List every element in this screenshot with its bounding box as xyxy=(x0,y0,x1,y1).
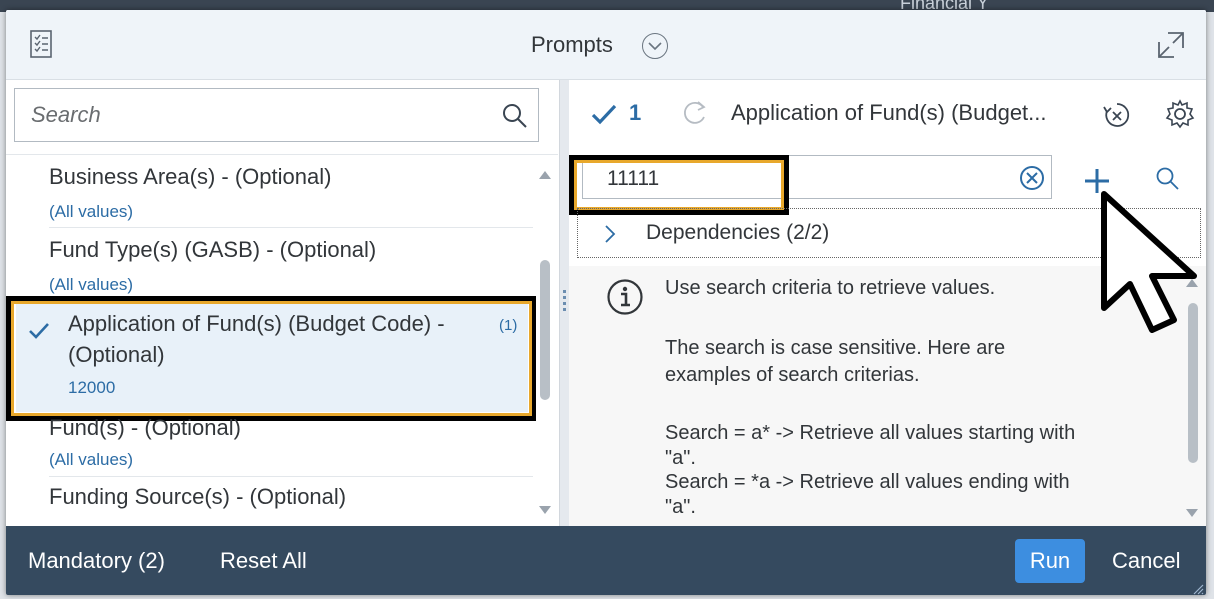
prompt-search-box[interactable] xyxy=(14,88,539,142)
prompt-item-title: Business Area(s) - (Optional) xyxy=(49,164,332,189)
prompt-item-title: Fund Type(s) (GASB) - (Optional) xyxy=(49,237,377,262)
scroll-down-icon[interactable] xyxy=(539,505,551,515)
check-icon xyxy=(591,104,617,131)
info-text-line: Search = *a -> Retrieve all values endin… xyxy=(665,471,1070,493)
dialog-header: Prompts xyxy=(6,10,1206,80)
prompts-dialog: Prompts Business Area(s) - (Optional) (A… xyxy=(6,10,1206,595)
search-icon[interactable] xyxy=(502,103,528,134)
prompt-item-value: (All values) xyxy=(49,450,134,469)
divider xyxy=(6,154,558,155)
detail-toolbar: 1 Application of Fund(s) (Budget... xyxy=(569,80,1206,148)
prompt-item-title: Fund(s) - (Optional) xyxy=(49,415,241,440)
chevron-right-icon[interactable] xyxy=(604,224,616,249)
gear-icon[interactable] xyxy=(1165,99,1195,134)
scroll-down-icon[interactable] xyxy=(1186,508,1198,518)
divider xyxy=(49,476,533,477)
refresh-icon[interactable] xyxy=(681,99,709,132)
dialog-footer: Mandatory (2) Reset All Run Cancel xyxy=(6,526,1206,595)
dependencies-label: Dependencies (2/2) xyxy=(646,221,830,244)
prompt-list: Business Area(s) - (Optional) (All value… xyxy=(6,156,536,526)
scroll-up-icon[interactable] xyxy=(539,170,551,180)
run-button[interactable]: Run xyxy=(1015,539,1085,583)
prompt-item-funding-source[interactable]: Funding Source(s) - (Optional) xyxy=(6,478,536,526)
pane-splitter[interactable] xyxy=(559,80,569,526)
mouse-cursor-icon xyxy=(1096,190,1206,340)
prompt-item-value: (All values) xyxy=(49,202,134,221)
prompt-item-fund-type[interactable]: Fund Type(s) (GASB) - (Optional) (All va… xyxy=(6,228,536,302)
prompt-item-business-area[interactable]: Business Area(s) - (Optional) (All value… xyxy=(6,156,536,228)
clear-input-icon[interactable] xyxy=(1019,165,1045,196)
selected-values-count: 1 xyxy=(629,100,642,125)
prompt-search-input[interactable] xyxy=(31,102,471,128)
prompt-list-icon[interactable] xyxy=(30,30,52,63)
prompt-item-value: (All values) xyxy=(49,275,134,294)
info-text-line: "a". xyxy=(665,496,696,518)
highlight-box xyxy=(6,296,536,421)
prompt-list-pane: Business Area(s) - (Optional) (All value… xyxy=(6,80,558,526)
highlight-box xyxy=(569,155,789,215)
chevron-down-icon[interactable] xyxy=(642,33,668,59)
prompt-item-title: Funding Source(s) - (Optional) xyxy=(49,484,347,509)
info-text-line: Search = a* -> Retrieve all values start… xyxy=(665,422,1076,444)
resize-grip-icon[interactable] xyxy=(1192,582,1204,595)
info-icon xyxy=(606,278,644,321)
dialog-title: Prompts xyxy=(531,32,613,57)
info-text-line: "a". xyxy=(665,447,696,469)
reset-all-button[interactable]: Reset All xyxy=(220,548,307,574)
prompt-list-scrollbar[interactable] xyxy=(538,170,552,530)
clear-filter-icon[interactable] xyxy=(1102,100,1132,135)
detail-title: Application of Fund(s) (Budget... xyxy=(731,100,1047,125)
expand-icon[interactable] xyxy=(1156,30,1186,65)
scrollbar-thumb[interactable] xyxy=(540,260,550,400)
info-text-line: examples of search criterias. xyxy=(665,364,920,386)
splitter-grip-icon[interactable] xyxy=(563,290,566,314)
cancel-button[interactable]: Cancel xyxy=(1112,548,1180,574)
mandatory-button[interactable]: Mandatory (2) xyxy=(28,548,165,574)
